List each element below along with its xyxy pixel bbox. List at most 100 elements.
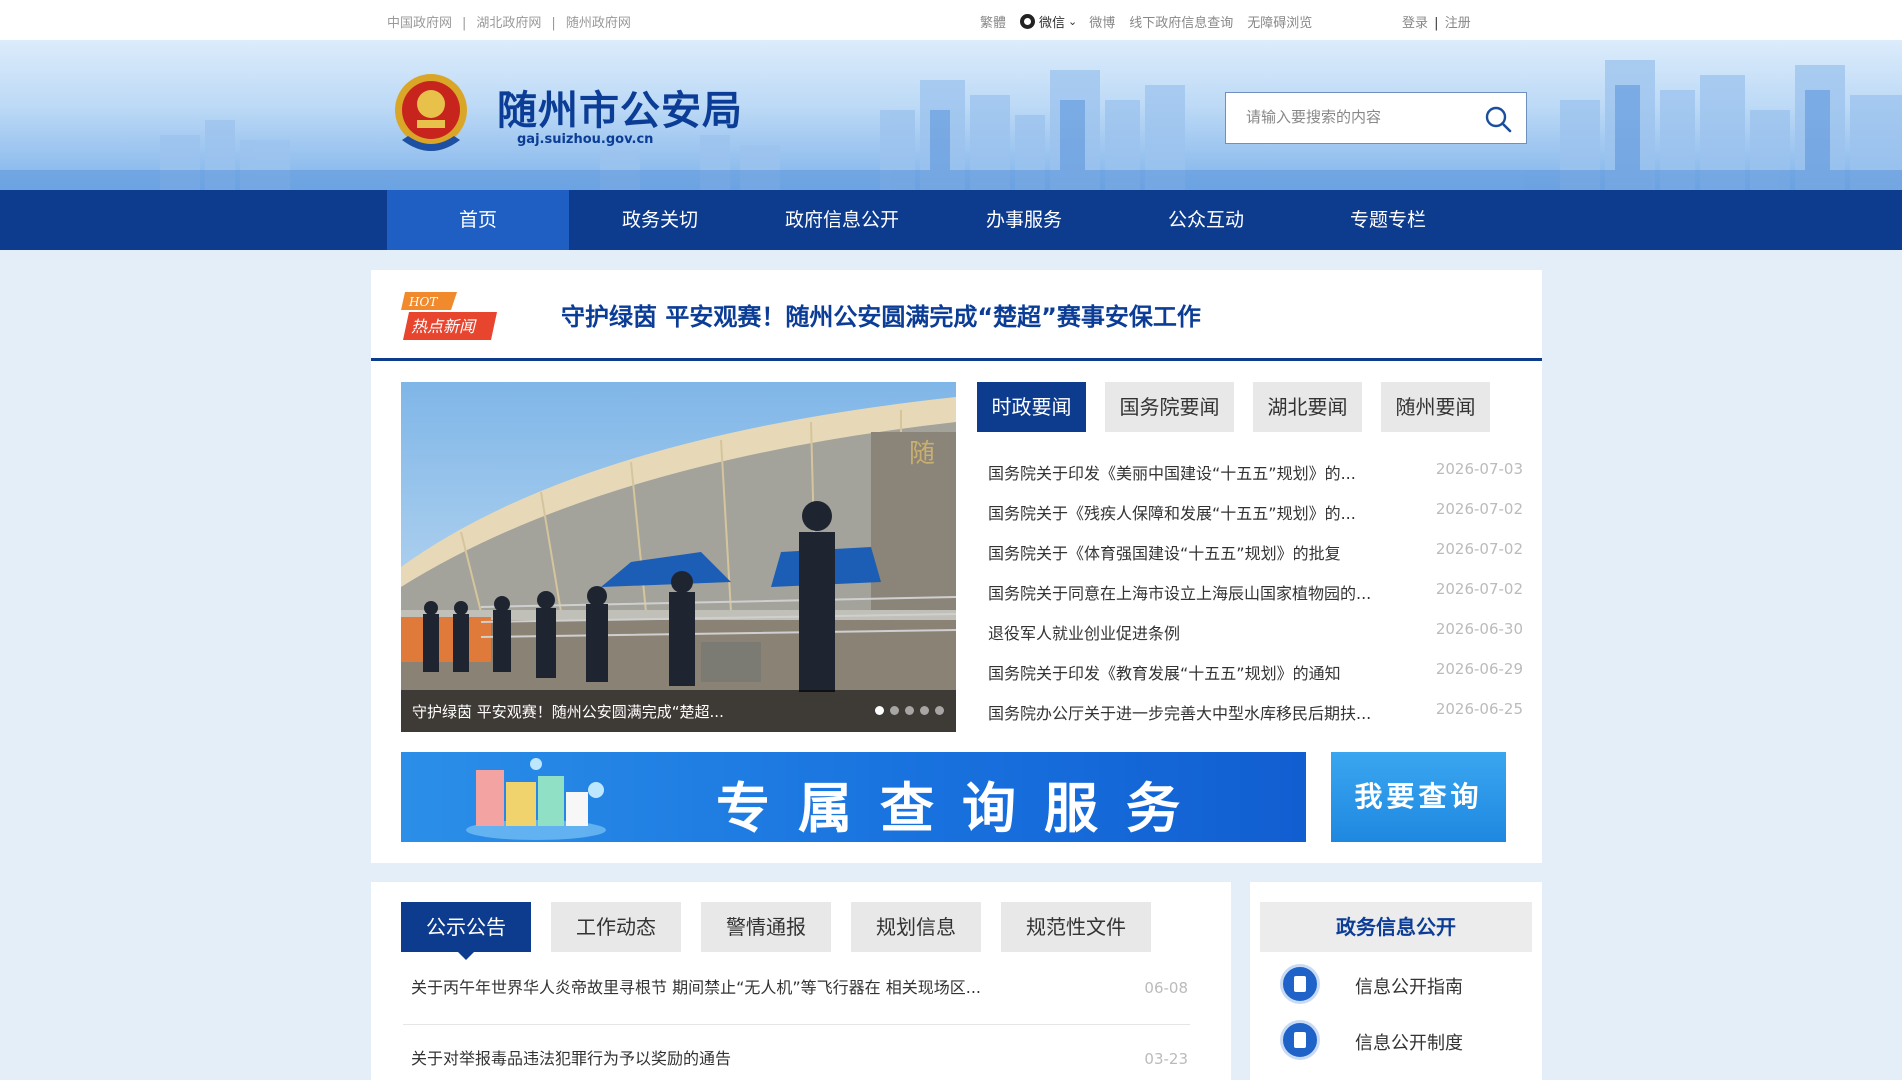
- main-nav: 首页 政务关切 政府信息公开 办事服务 公众互动 专题专栏: [0, 190, 1902, 250]
- list-item[interactable]: 国务院关于《体育强国建设“十五五”规划》的批复 2026-07-02: [988, 540, 1523, 580]
- wechat-label: 微信: [1039, 16, 1066, 31]
- gov-info-card: 政务信息公开 信息公开指南 信息公开制度: [1250, 882, 1542, 1080]
- search-icon[interactable]: [1484, 105, 1512, 133]
- carousel-caption: 守护绿茵 平安观赛！随州公安圆满完成“楚超...: [401, 690, 956, 732]
- news-date: 2026-07-02: [1435, 500, 1523, 518]
- carousel-dot[interactable]: [920, 706, 929, 715]
- query-button[interactable]: 我要查询: [1331, 752, 1506, 842]
- separator: |: [462, 16, 467, 31]
- separator: |: [551, 16, 556, 31]
- notice-title[interactable]: 关于对举报毒品违法犯罪行为予以奖励的通告: [411, 1045, 731, 1069]
- offline-query-link[interactable]: 线下政府信息查询: [1129, 12, 1233, 31]
- link-suizhou-gov[interactable]: 随州政府网: [566, 16, 631, 31]
- news-title[interactable]: 退役军人就业创业促进条例: [988, 620, 1180, 644]
- link-china-gov[interactable]: 中国政府网: [387, 16, 452, 31]
- info-guide-label: 信息公开指南: [1355, 977, 1463, 998]
- svg-text:随: 随: [909, 439, 935, 469]
- news-date: 2026-07-03: [1435, 460, 1523, 478]
- hot-headline-link[interactable]: 守护绿茵 平安观赛！随州公安圆满完成“楚超”赛事安保工作: [561, 297, 1201, 332]
- nav-item-interaction[interactable]: 公众互动: [1115, 190, 1297, 250]
- weibo-link[interactable]: 微博: [1089, 12, 1115, 31]
- login-register: 登录 | 注册: [1402, 12, 1471, 31]
- carousel-dot[interactable]: [935, 706, 944, 715]
- carousel-dot[interactable]: [890, 706, 899, 715]
- news-date: 2026-07-02: [1435, 580, 1523, 598]
- separator: |: [1434, 16, 1439, 31]
- site-domain: gaj.suizhou.gov.cn: [517, 132, 654, 147]
- tab-normative-docs[interactable]: 规范性文件: [1001, 902, 1151, 952]
- nav-item-topics[interactable]: 专题专栏: [1297, 190, 1479, 250]
- notice-card: 公示公告 工作动态 警情通报 规划信息 规范性文件 关于丙午年世界华人炎帝故里寻…: [371, 882, 1231, 1080]
- list-item[interactable]: 国务院关于印发《美丽中国建设“十五五”规划》的... 2026-07-03: [988, 460, 1523, 500]
- exclusive-query-banner[interactable]: 专属查询服务: [401, 752, 1306, 842]
- document-icon: [1280, 964, 1320, 1004]
- news-date: 2026-06-30: [1435, 620, 1523, 638]
- traditional-chinese-link[interactable]: 繁體: [980, 12, 1006, 31]
- nav-item-concerns[interactable]: 政务关切: [569, 190, 751, 250]
- svg-text:热点新闻: 热点新闻: [411, 317, 477, 336]
- news-title[interactable]: 国务院关于印发《美丽中国建设“十五五”规划》的...: [988, 460, 1356, 484]
- notice-date: 06-08: [1144, 979, 1188, 997]
- wechat-icon: [1020, 14, 1036, 29]
- hot-news-badge: HOT 热点新闻: [401, 292, 497, 340]
- divider: [403, 1024, 1190, 1025]
- carousel-caption-text[interactable]: 守护绿茵 平安观赛！随州公安圆满完成“楚超...: [412, 701, 724, 722]
- query-service-illustration: [466, 758, 606, 840]
- info-guide-link[interactable]: 信息公开指南: [1280, 964, 1520, 1008]
- news-title[interactable]: 国务院关于同意在上海市设立上海辰山国家植物园的...: [988, 580, 1371, 604]
- news-date: 2026-06-25: [1435, 700, 1523, 718]
- tab-work-updates[interactable]: 工作动态: [551, 902, 681, 952]
- notice-title[interactable]: 关于丙午年世界华人炎帝故里寻根节 期间禁止“无人机”等飞行器在 相关现场区...: [411, 974, 981, 998]
- news-date: 2026-07-02: [1435, 540, 1523, 558]
- tab-suizhou-news[interactable]: 随州要闻: [1381, 382, 1490, 432]
- chevron-down-icon: ⌄: [1068, 15, 1078, 28]
- accessibility-link[interactable]: 无障碍浏览: [1247, 12, 1312, 31]
- nav-item-services[interactable]: 办事服务: [933, 190, 1115, 250]
- info-system-label: 信息公开制度: [1355, 1033, 1463, 1054]
- news-title[interactable]: 国务院关于《残疾人保障和发展“十五五”规划》的...: [988, 500, 1356, 524]
- svg-text:HOT: HOT: [408, 295, 438, 309]
- info-system-link[interactable]: 信息公开制度: [1280, 1020, 1520, 1064]
- news-title[interactable]: 国务院办公厅关于进一步完善大中型水库移民后期扶...: [988, 700, 1371, 724]
- divider: [371, 358, 1542, 361]
- tab-current-affairs[interactable]: 时政要闻: [977, 382, 1086, 432]
- featured-news-card: HOT 热点新闻 守护绿茵 平安观赛！随州公安圆满完成“楚超”赛事安保工作 随: [371, 270, 1542, 863]
- top-utility-bar: 中国政府网 | 湖北政府网 | 随州政府网 繁體 微信 ⌄ 微博 线下政府信息查询 无障…: [0, 0, 1902, 40]
- notice-date: 03-23: [1144, 1050, 1188, 1068]
- list-item[interactable]: 国务院关于《残疾人保障和发展“十五五”规划》的... 2026-07-02: [988, 500, 1523, 540]
- site-title: 随州市公安局: [497, 88, 743, 134]
- search-box: [1225, 92, 1527, 144]
- news-title[interactable]: 国务院关于印发《教育发展“十五五”规划》的通知: [988, 660, 1341, 684]
- gov-info-title: 政务信息公开: [1260, 902, 1532, 952]
- link-hubei-gov[interactable]: 湖北政府网: [476, 16, 541, 31]
- nav-item-home[interactable]: 首页: [387, 190, 569, 250]
- list-item[interactable]: 退役军人就业创业促进条例 2026-06-30: [988, 620, 1523, 660]
- banner-title: 专属查询服务: [716, 776, 1208, 840]
- carousel-dots: [869, 706, 944, 715]
- tab-planning-info[interactable]: 规划信息: [851, 902, 981, 952]
- news-image-carousel[interactable]: 随 守护绿茵 平安观赛！随州公安圆满完成“楚超...: [401, 382, 956, 732]
- nav-item-gov-info[interactable]: 政府信息公开: [751, 190, 933, 250]
- news-date: 2026-06-29: [1435, 660, 1523, 678]
- tab-hubei-news[interactable]: 湖北要闻: [1253, 382, 1362, 432]
- login-link[interactable]: 登录: [1402, 16, 1428, 31]
- carousel-dot[interactable]: [905, 706, 914, 715]
- list-item[interactable]: 国务院办公厅关于进一步完善大中型水库移民后期扶... 2026-06-25: [988, 700, 1523, 740]
- top-tools: 繁體 微信 ⌄ 微博 线下政府信息查询 无障碍浏览: [980, 12, 1326, 31]
- police-emblem-logo: [395, 74, 467, 151]
- list-item[interactable]: 国务院关于印发《教育发展“十五五”规划》的通知 2026-06-29: [988, 660, 1523, 700]
- document-icon: [1280, 1020, 1320, 1060]
- site-header: 随州市公安局 gaj.suizhou.gov.cn: [0, 40, 1902, 190]
- tab-state-council[interactable]: 国务院要闻: [1105, 382, 1234, 432]
- government-links: 中国政府网 | 湖北政府网 | 随州政府网: [387, 12, 631, 31]
- news-title[interactable]: 国务院关于《体育强国建设“十五五”规划》的批复: [988, 540, 1341, 564]
- wechat-menu[interactable]: 微信 ⌄: [1020, 12, 1077, 31]
- carousel-dot[interactable]: [875, 706, 884, 715]
- tab-police-reports[interactable]: 警情通报: [701, 902, 831, 952]
- tab-public-notices[interactable]: 公示公告: [401, 902, 531, 960]
- list-item[interactable]: 国务院关于同意在上海市设立上海辰山国家植物园的... 2026-07-02: [988, 580, 1523, 620]
- city-skyline-illustration: [0, 60, 1902, 190]
- register-link[interactable]: 注册: [1445, 16, 1471, 31]
- search-input[interactable]: [1246, 108, 1466, 126]
- stadium-security-photo: 随: [401, 382, 956, 732]
